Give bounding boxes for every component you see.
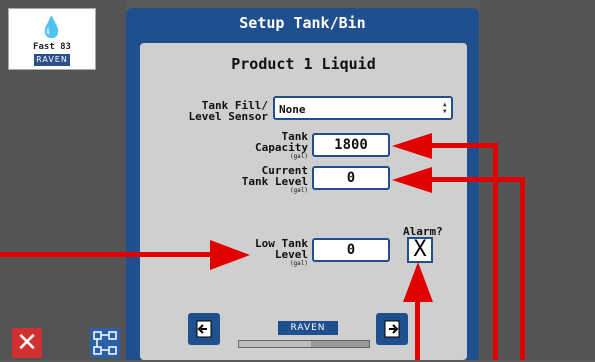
raven-brand-badge: RAVEN [34, 54, 70, 66]
level-sensor-select[interactable]: None ▲ ▼ [273, 96, 453, 120]
water-drop-icon: 💧 [39, 15, 64, 39]
previous-page-icon [196, 320, 212, 338]
network-icon[interactable] [90, 328, 120, 358]
product-name: Fast 83 [33, 42, 71, 52]
capacity-label: Tank Capacity (gal) [255, 130, 308, 160]
raven-footer-logo: RAVEN [278, 321, 338, 335]
next-page-button[interactable] [376, 313, 408, 345]
arrow-head-capacity [392, 133, 432, 159]
arrow-head-current-level [392, 167, 432, 193]
sensor-label: Tank Fill/ Level Sensor [188, 99, 268, 123]
dialog-title: Setup Tank/Bin [239, 14, 366, 32]
next-page-icon [384, 320, 400, 338]
low-level-input[interactable]: 0 [312, 238, 390, 262]
up-down-spinner-icon[interactable]: ▲ ▼ [443, 101, 449, 115]
page-progress-bar [238, 340, 370, 348]
arrow-head-low-level [210, 240, 250, 270]
current-level-input[interactable]: 0 [312, 166, 390, 190]
previous-page-button[interactable] [188, 313, 220, 345]
tank-capacity-input[interactable]: 1800 [312, 133, 390, 157]
progress-fill [239, 341, 311, 347]
product-title: Product 1 Liquid [231, 55, 376, 73]
alarm-checkbox[interactable]: X [407, 237, 433, 263]
level-sensor-value: None [279, 103, 306, 116]
current-level-label: Current Tank Level (gal) [241, 164, 308, 194]
arrow-head-alarm [403, 262, 433, 302]
left-sidebar: 💧 Fast 83 RAVEN [0, 0, 126, 360]
fast83-logo: 💧 Fast 83 RAVEN [8, 8, 96, 70]
cancel-icon[interactable]: ✕ [12, 328, 42, 358]
